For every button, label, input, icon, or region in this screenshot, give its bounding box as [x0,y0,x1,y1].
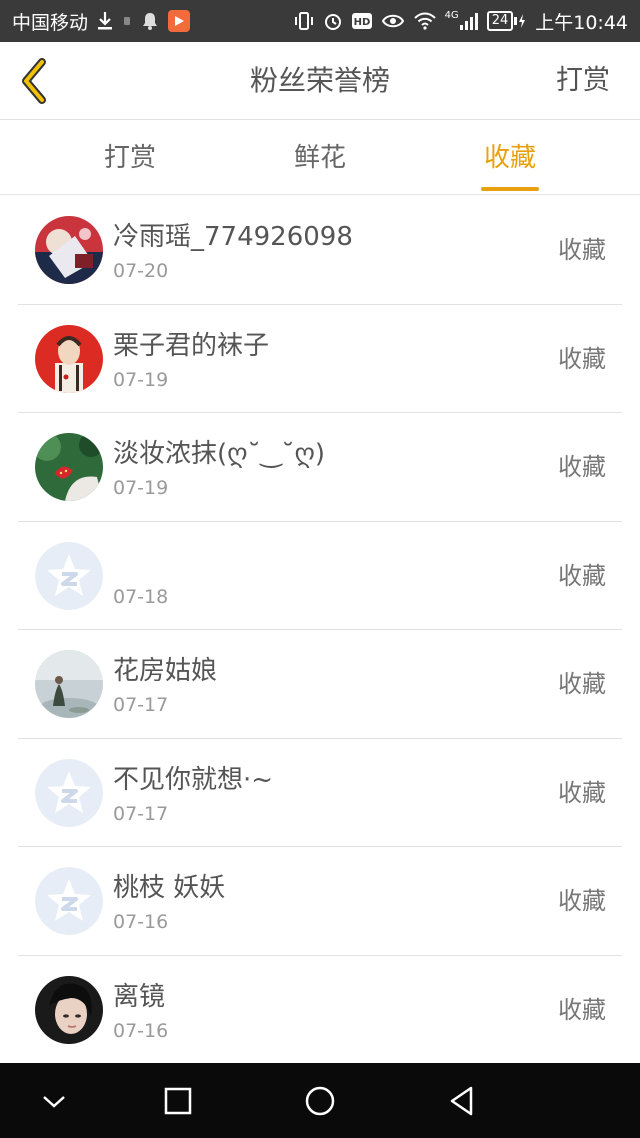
avatar [35,650,103,718]
post-date: 07-17 [113,694,169,716]
default-avatar-icon [35,758,103,827]
triangle-back-icon [450,1086,473,1116]
post-date: 07-16 [113,1019,169,1042]
app-header: 粉丝荣誉榜 打赏 [0,42,640,120]
action-label: 收藏 [558,778,606,807]
square-icon [164,1087,192,1115]
fan-list: 冷雨瑶_774926098 07-20 收藏 栗子君的袜子 07-19 收藏 淡… [0,196,640,1064]
tab-label: 收藏 [483,143,536,173]
chevron-down-icon [43,1096,65,1108]
hd-icon: HD [351,11,373,31]
avatar [35,433,103,501]
list-item[interactable]: 淡妆浓抹(ღ˘‿˘ღ) 07-19 收藏 [18,413,622,522]
user-name: 花房姑娘 [113,656,218,686]
tab-label: 打赏 [103,143,156,173]
avatar [35,216,103,284]
user-name: 不见你就想·~ [113,764,274,795]
tab-favorites[interactable]: 收藏 [480,121,540,195]
download-icon [96,11,114,31]
eye-icon [381,11,405,31]
action-label: 收藏 [558,236,606,264]
collapse-button[interactable] [34,1081,74,1121]
avatar [35,975,103,1044]
battery-level: 24 [486,11,514,31]
small-app-icon [122,14,132,28]
tab-flowers[interactable]: 鲜花 [290,121,350,195]
user-name: 栗子君的袜子 [113,330,270,361]
system-nav-bar [0,1063,640,1138]
post-date: 07-19 [113,368,169,391]
action-label: 收藏 [558,344,606,373]
list-item[interactable]: 不见你就想·~ 07-17 收藏 [18,739,622,847]
user-name: 淡妆浓抹(ღ˘‿˘ღ) [113,439,326,469]
charging-icon [519,14,526,28]
list-item[interactable]: 冷雨瑶_774926098 07-20 收藏 [18,196,622,305]
list-item[interactable]: 桃枝 妖妖 07-16 收藏 [18,847,622,956]
post-date: 07-20 [113,260,169,282]
user-name: 桃枝 妖妖 [113,873,226,903]
action-label: 收藏 [558,561,606,590]
list-item[interactable]: 花房姑娘 07-17 收藏 [18,630,622,739]
status-right: HD 4G 24 上午10:44 [293,8,628,35]
action-label: 收藏 [558,995,606,1024]
tab-active-indicator [481,187,539,191]
vibrate-icon [293,11,315,31]
home-button[interactable] [300,1081,340,1121]
status-left: 中国移动 [12,8,191,35]
wifi-icon [413,11,437,31]
post-date: 07-19 [113,477,169,499]
tab-label: 鲜花 [293,143,346,173]
post-date: 07-16 [113,911,169,933]
post-date: 07-17 [113,802,169,825]
action-label: 收藏 [558,887,606,915]
reward-button[interactable]: 打赏 [556,42,610,120]
user-name: 离镜 [113,981,166,1012]
default-avatar-icon [35,867,103,935]
clock: 上午10:44 [535,11,628,34]
avatar [35,324,103,393]
tab-bar: 打赏 鲜花 收藏 [0,121,640,195]
tab-reward[interactable]: 打赏 [100,121,160,195]
list-item[interactable]: 离镜 07-16 收藏 [18,956,622,1065]
recent-apps-button[interactable] [158,1081,198,1121]
page-title: 粉丝荣誉榜 [249,64,390,97]
svg-text:HD: HD [353,17,370,28]
list-item[interactable]: 栗子君的袜子 07-19 收藏 [18,305,622,413]
carrier-label: 中国移动 [12,11,89,34]
default-avatar-icon [35,541,103,610]
action-label: 收藏 [558,670,606,698]
video-app-icon [168,10,191,32]
list-item[interactable]: 07-18 收藏 [18,522,622,630]
circle-icon [305,1086,335,1116]
bell-icon [140,11,160,31]
status-bar: 中国移动 HD 4G 24 上午10:44 [0,0,640,42]
user-name: 冷雨瑶_774926098 [113,222,353,252]
signal-icon: 4G [444,9,479,31]
action-label: 收藏 [558,453,606,481]
nav-back-button[interactable] [442,1081,482,1121]
back-button[interactable] [14,56,54,106]
battery-icon: 24 [486,11,528,31]
alarm-icon [323,11,343,31]
chevron-left-icon [22,58,46,104]
post-date: 07-18 [113,585,169,608]
network-type-label: 4G [444,9,459,21]
